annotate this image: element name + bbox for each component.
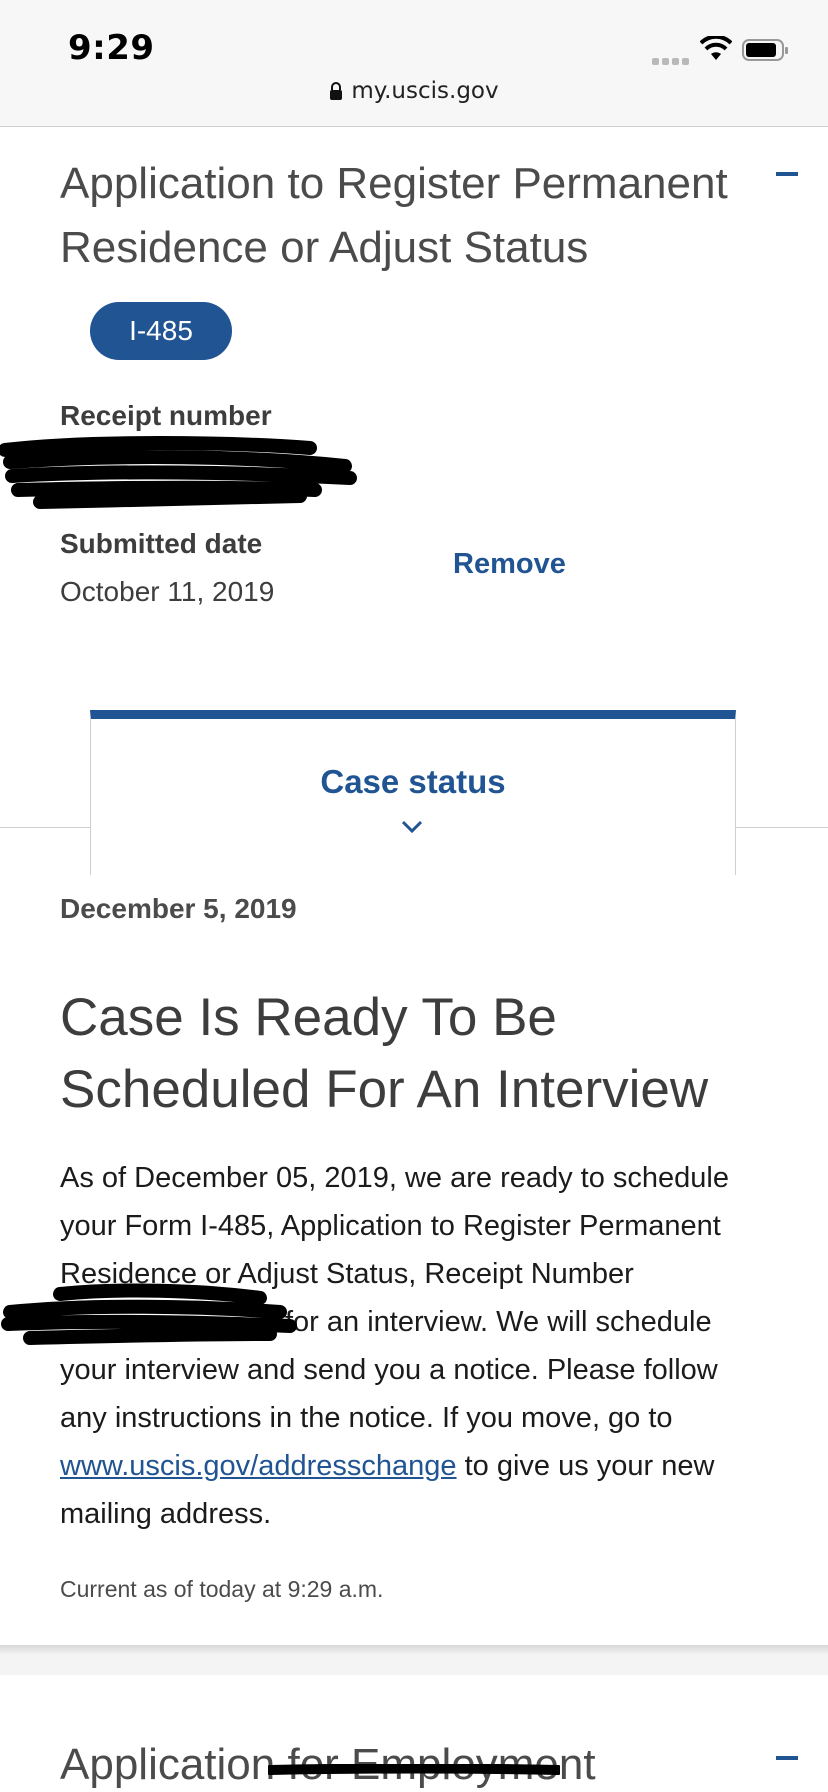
tab-label: Case status bbox=[320, 763, 506, 800]
collapse-icon[interactable] bbox=[776, 172, 798, 176]
panel-shadow bbox=[0, 1645, 828, 1655]
current-as-of: Current as of today at 9:29 a.m. bbox=[60, 1576, 384, 1602]
status-time: 9:29 bbox=[68, 28, 155, 68]
signal-icon bbox=[652, 50, 692, 65]
address-change-link[interactable]: www.uscis.gov/addresschange bbox=[60, 1450, 457, 1482]
tab-case-status[interactable]: Case status bbox=[90, 710, 736, 875]
case-card-title: Application to Register Permanent Reside… bbox=[60, 159, 728, 272]
status-title: Case Is Ready To Be Scheduled For An Int… bbox=[60, 988, 709, 1119]
card-gap bbox=[0, 1655, 828, 1675]
submitted-label: Submitted date bbox=[60, 528, 263, 559]
lock-icon bbox=[330, 82, 343, 100]
redaction-mark bbox=[0, 436, 357, 509]
status-date: December 5, 2019 bbox=[60, 893, 297, 924]
receipt-label: Receipt number bbox=[60, 400, 272, 431]
redaction-mark bbox=[1, 1283, 297, 1345]
chevron-down-icon bbox=[401, 820, 423, 834]
url-text: my.uscis.gov bbox=[351, 78, 499, 104]
status-body-text: As of December 05, 2019, we are ready to… bbox=[60, 1162, 729, 1290]
battery-icon bbox=[742, 39, 788, 61]
remove-button[interactable]: Remove bbox=[453, 548, 566, 581]
form-badge: I-485 bbox=[90, 302, 232, 360]
wifi-icon bbox=[700, 36, 732, 60]
address-bar[interactable]: my.uscis.gov bbox=[0, 78, 828, 104]
submitted-date: October 11, 2019 bbox=[60, 576, 275, 607]
redaction-mark bbox=[268, 1764, 560, 1775]
browser-chrome: 9:29 my.uscis.gov bbox=[0, 0, 828, 127]
collapse-icon[interactable] bbox=[776, 1756, 798, 1760]
